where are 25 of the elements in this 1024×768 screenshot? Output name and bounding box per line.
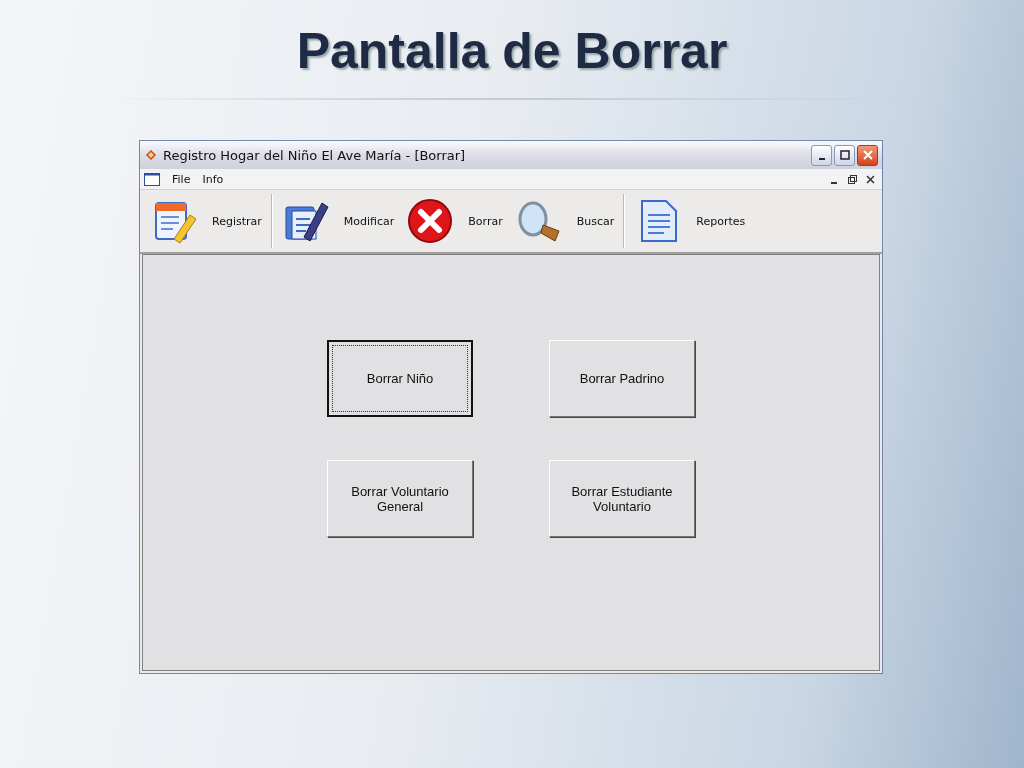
close-button[interactable] xyxy=(857,144,878,166)
toolbar-button[interactable]: Buscar xyxy=(508,197,621,245)
toolbar-button[interactable]: Borrar xyxy=(400,197,509,245)
delete-option-button[interactable]: Borrar Padrino xyxy=(549,340,695,417)
delete-option-button[interactable]: Borrar Estudiante Voluntario xyxy=(549,460,695,537)
minimize-button[interactable] xyxy=(811,144,832,166)
delete-option-button[interactable]: Borrar Voluntario General xyxy=(327,460,473,537)
document-icon xyxy=(144,172,160,186)
menu-item[interactable]: Info xyxy=(202,172,224,186)
x-circle-icon xyxy=(406,197,455,245)
toolbar-button[interactable]: Registrar xyxy=(144,197,268,245)
slide-title: Pantalla de Borrar xyxy=(296,22,728,80)
delete-option-button[interactable]: Borrar Niño xyxy=(327,340,473,417)
minimize-icon xyxy=(831,181,837,184)
window-title: Registro Hogar del Niño El Ave María - [Borrar] xyxy=(163,147,466,163)
toolbar-button[interactable]: Reportes xyxy=(628,197,752,245)
menu-item[interactable]: File xyxy=(172,172,191,186)
minimize-icon xyxy=(818,157,825,160)
close-icon xyxy=(862,150,873,160)
restore-icon xyxy=(847,174,857,184)
app-icon xyxy=(144,148,158,162)
maximize-button[interactable] xyxy=(834,144,855,166)
toolbar-button[interactable]: Modificar xyxy=(275,197,401,245)
maximize-icon xyxy=(839,150,850,160)
close-icon xyxy=(865,174,875,184)
